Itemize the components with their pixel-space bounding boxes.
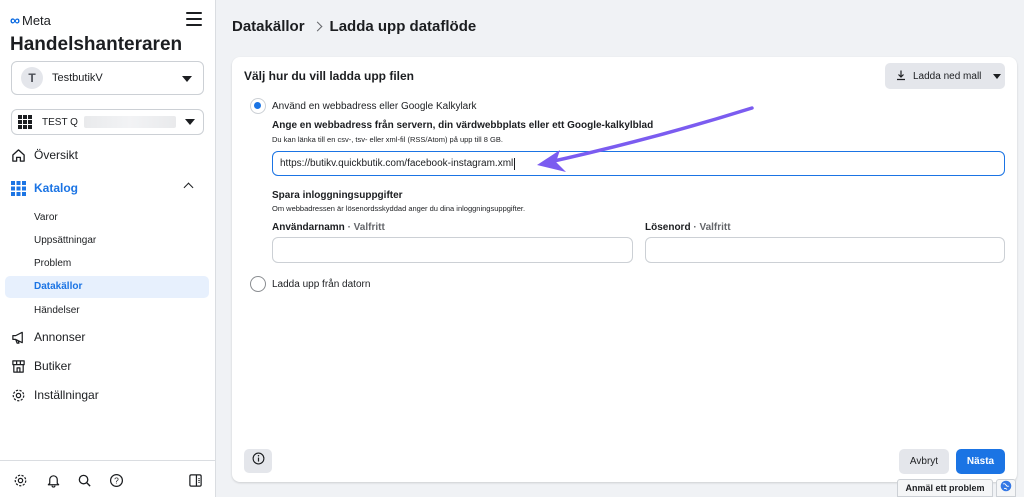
chevron-up-icon[interactable] [183, 182, 194, 193]
home-icon [10, 147, 26, 163]
meta-infinity-icon: ∞ [10, 12, 20, 28]
caret-down-icon [185, 119, 195, 125]
password-label: Lösenord · Valfritt [645, 222, 731, 233]
download-icon [895, 69, 907, 84]
sidebar-footer: ? [0, 460, 216, 497]
panel-toggle-icon[interactable] [187, 472, 203, 488]
catalog-selector[interactable]: TEST Q [11, 109, 204, 135]
url-input[interactable]: https://butikv.quickbutik.com/facebook-i… [272, 151, 1005, 176]
catalog-grid-icon [10, 180, 26, 196]
upload-feed-card: Välj hur du vill ladda upp filen Ladda n… [232, 57, 1017, 482]
business-selector[interactable]: T TestbutikV [11, 61, 204, 95]
password-field[interactable] [645, 237, 1005, 263]
hamburger-menu-icon[interactable] [186, 12, 202, 26]
chevron-right-icon [312, 21, 322, 32]
shop-icon [10, 358, 26, 374]
sidebar-subitem-sets[interactable]: Uppsättningar [34, 235, 96, 246]
sidebar-item-ads[interactable]: Annonser [10, 329, 85, 345]
download-template-label: Ladda ned mall [913, 70, 982, 82]
breadcrumb-data-sources[interactable]: Datakällor [232, 18, 305, 35]
optional-tag: · Valfritt [344, 222, 385, 233]
url-input-value: https://butikv.quickbutik.com/facebook-i… [280, 158, 514, 169]
radio-upload-option[interactable] [250, 276, 266, 292]
sidebar-item-label: Annonser [34, 330, 86, 344]
sidebar-subitem-items[interactable]: Varor [34, 212, 58, 223]
language-globe-button[interactable] [996, 479, 1016, 497]
sidebar-item-settings[interactable]: Inställningar [10, 387, 99, 403]
redacted-catalog-id [83, 116, 176, 128]
gear-icon [10, 387, 26, 403]
caret-down-icon [182, 76, 192, 82]
sidebar-subitem-problems[interactable]: Problem [34, 258, 71, 269]
search-icon[interactable] [76, 472, 92, 488]
url-section-title: Ange en webbadress från servern, din vär… [272, 120, 654, 131]
next-button[interactable]: Nästa [956, 449, 1005, 474]
sidebar-item-label: Inställningar [34, 388, 99, 402]
sidebar-item-overview[interactable]: Översikt [10, 147, 78, 163]
sidebar-item-shops[interactable]: Butiker [10, 358, 71, 374]
info-icon [252, 452, 265, 470]
sidebar-subitem-events[interactable]: Händelser [34, 305, 80, 316]
catalog-name: TEST Q [42, 116, 78, 128]
login-hint: Om webbadressen är lösenordsskyddad ange… [272, 204, 526, 213]
username-label-text: Användarnamn [272, 222, 345, 233]
meta-logo[interactable]: ∞ Meta [10, 12, 51, 28]
megaphone-icon [10, 329, 26, 345]
url-hint: Du kan länka till en csv-, tsv- eller xm… [272, 135, 503, 144]
help-icon[interactable]: ? [108, 472, 124, 488]
text-cursor [514, 157, 516, 170]
radio-upload-label[interactable]: Ladda upp från datorn [272, 279, 370, 290]
bell-icon[interactable] [45, 472, 61, 488]
card-title: Välj hur du vill ladda upp filen [244, 69, 415, 83]
download-template-button[interactable]: Ladda ned mall [885, 63, 1005, 89]
password-label-text: Lösenord [645, 222, 691, 233]
radio-url-label[interactable]: Använd en webbadress eller Google Kalkyl… [272, 101, 477, 112]
username-label: Användarnamn · Valfritt [272, 222, 385, 233]
info-button[interactable] [244, 449, 272, 473]
business-avatar: T [21, 67, 43, 89]
cancel-button[interactable]: Avbryt [899, 449, 949, 474]
gear-icon[interactable] [12, 472, 28, 488]
breadcrumb: Datakällor Ladda upp dataflöde [232, 18, 476, 35]
sidebar-item-label: Översikt [34, 148, 79, 162]
sidebar-item-label: Katalog [34, 181, 79, 195]
business-name: TestbutikV [52, 72, 103, 84]
app-title: Handelshanteraren [10, 34, 183, 55]
globe-icon [1000, 479, 1012, 497]
sidebar-item-catalog[interactable]: Katalog [10, 180, 78, 196]
report-problem-button[interactable]: Anmäl ett problem [897, 479, 993, 497]
sidebar: ∞ Meta Handelshanteraren T TestbutikV TE… [0, 0, 216, 497]
sidebar-subitem-data-sources[interactable]: Datakällor [34, 281, 82, 292]
username-field[interactable] [272, 237, 633, 263]
catalog-grid-icon [18, 115, 32, 129]
radio-url-option[interactable] [250, 98, 266, 114]
login-section-title: Spara inloggningsuppgifter [272, 190, 403, 201]
svg-text:?: ? [114, 475, 119, 485]
caret-down-icon [993, 73, 1002, 79]
sidebar-item-label: Butiker [34, 359, 72, 373]
optional-tag: · Valfritt [690, 222, 731, 233]
page-title: Ladda upp dataflöde [329, 18, 477, 35]
meta-logo-text: Meta [21, 12, 51, 28]
